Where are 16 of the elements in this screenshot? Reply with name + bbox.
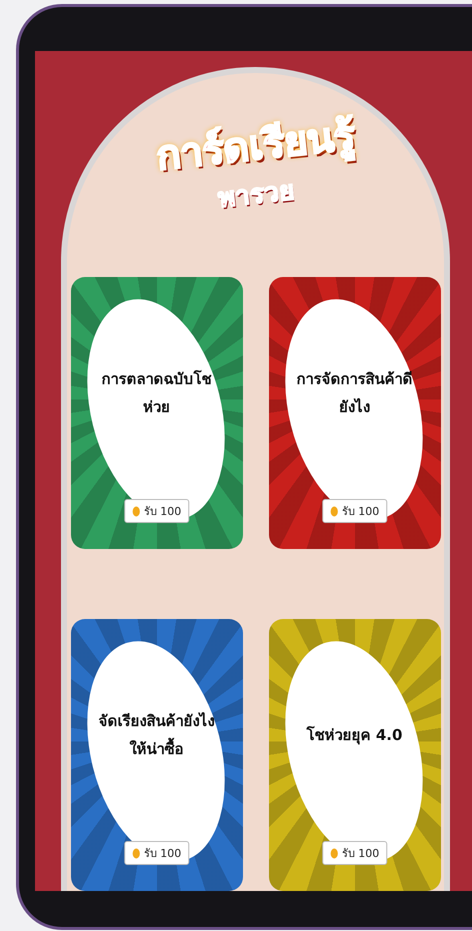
card-title: โชห่วยยุค 4.0 [305,724,404,746]
lesson-card[interactable]: จัดเรียงสินค้ายังไงให้น่าซื้อ รับ 100 [70,619,242,891]
coin-icon [330,506,338,516]
coin-icon [330,848,338,858]
coin-icon [132,848,140,858]
reward-text: รับ 100 [144,846,182,862]
lesson-card[interactable]: การจัดการสินค้าดียังไง รับ 100 [268,277,440,549]
lesson-card[interactable]: การตลาดฉบับโชห่วย รับ 100 [70,277,242,549]
reward-text: รับ 100 [342,504,380,520]
reward-text: รับ 100 [342,846,380,862]
reward-text: รับ 100 [144,504,182,520]
card-title: จัดเรียงสินค้ายังไงให้น่าซื้อ [98,710,216,760]
card-title: การจัดการสินค้าดียังไง [296,368,414,418]
lesson-card[interactable]: โชห่วยยุค 4.0 รับ 100 [268,619,440,891]
card-title: การตลาดฉบับโชห่วย [100,368,212,418]
coin-icon [132,506,140,516]
